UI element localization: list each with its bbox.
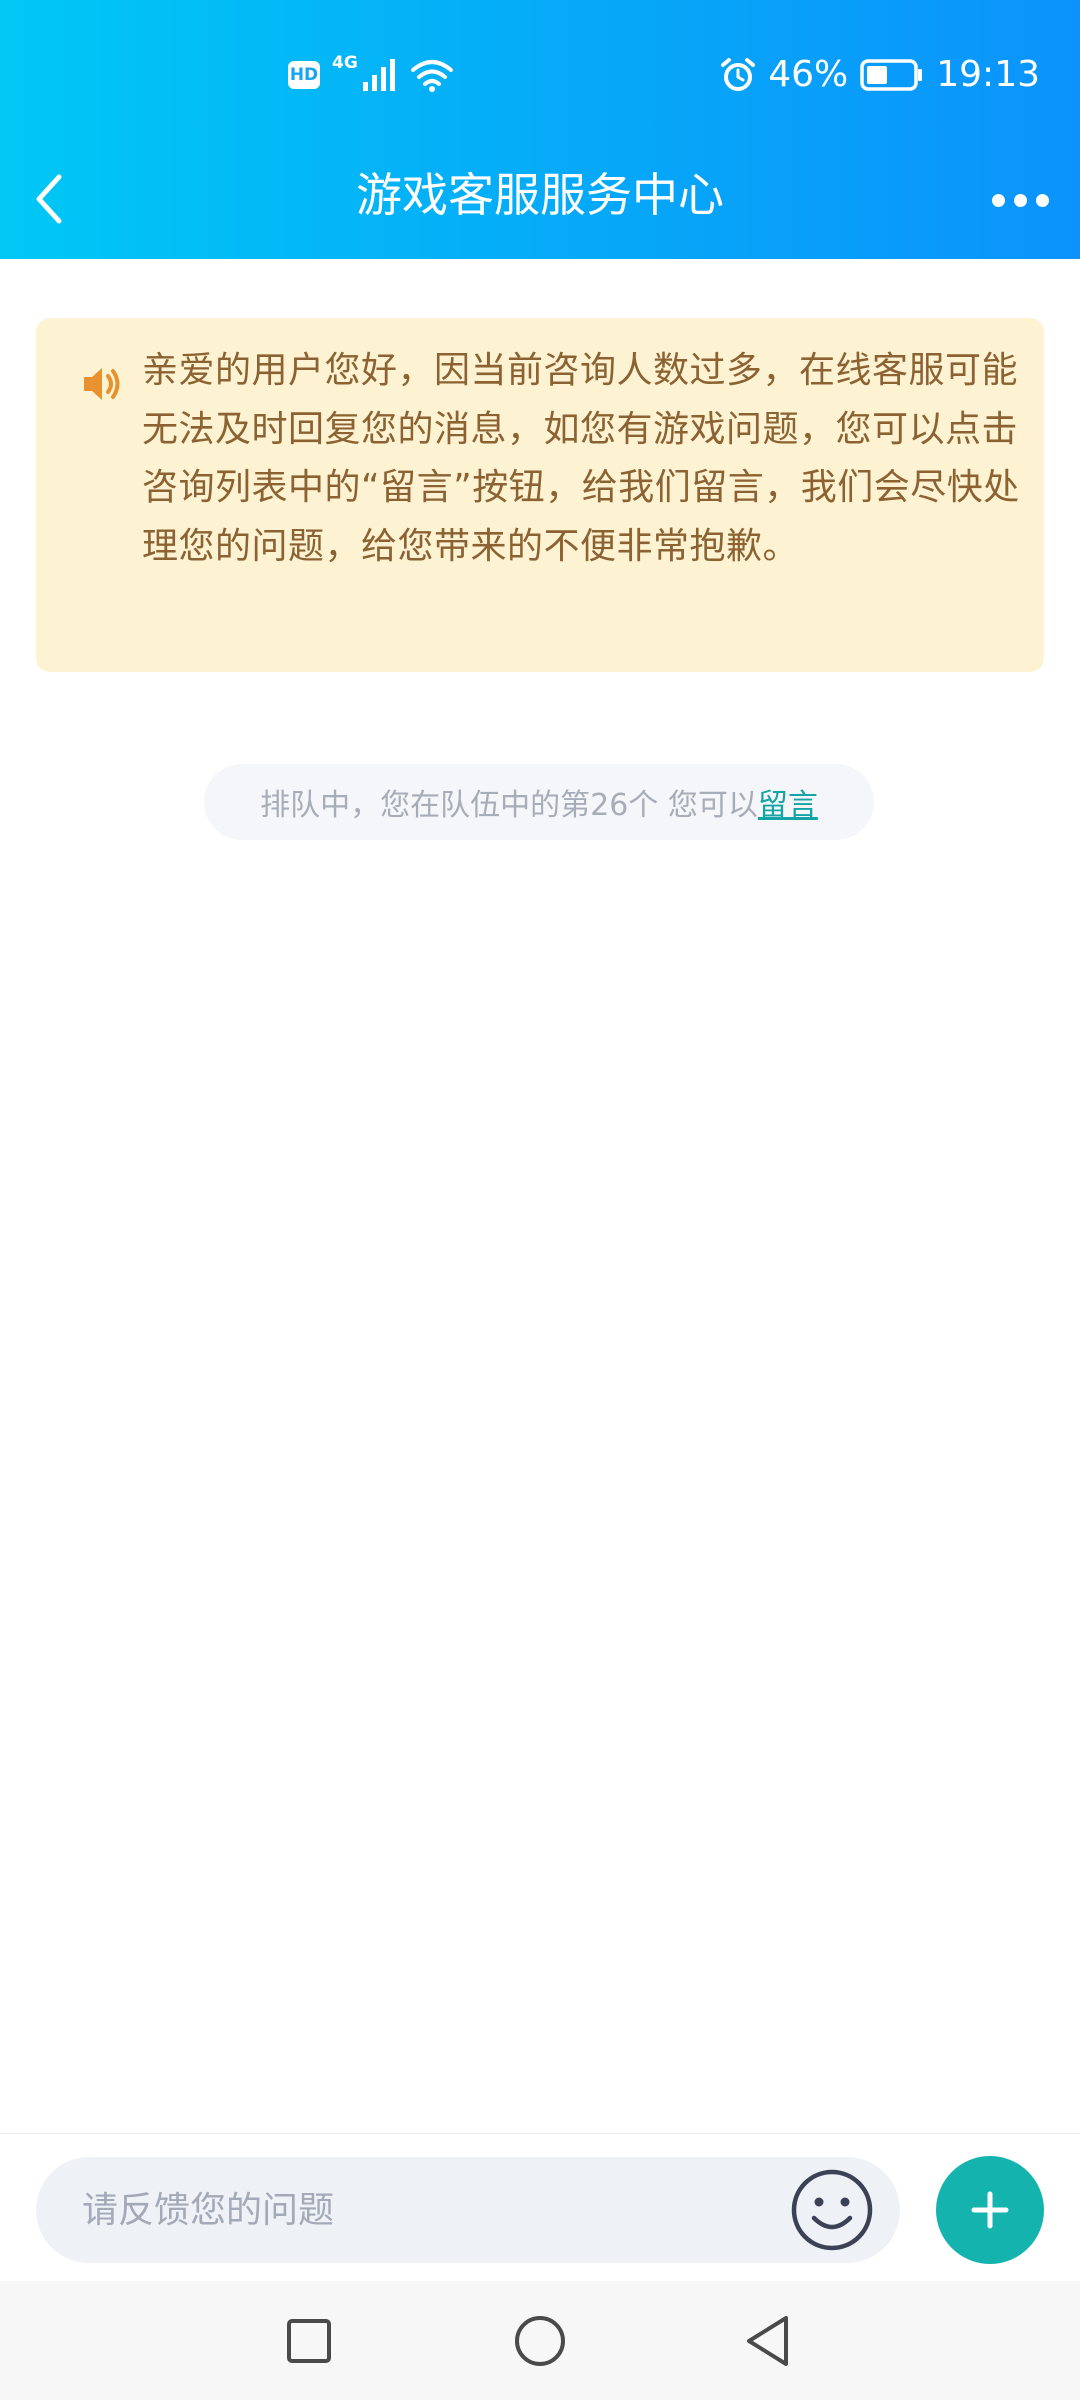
notice-text: 亲爱的用户您好，因当前咨询人数过多，在线客服可能无法及时回复您的消息，如您有游戏… (142, 350, 1020, 567)
back-triangle-icon (747, 2316, 788, 2366)
alarm-icon (721, 57, 756, 91)
recent-apps-button[interactable] (269, 2301, 349, 2381)
speaker-icon (84, 368, 120, 400)
message-input[interactable] (36, 2157, 776, 2263)
leave-message-link[interactable]: 留言 (758, 780, 818, 824)
status-left: HD 4G (288, 53, 454, 92)
battery-percent: 46% (768, 54, 849, 95)
network-type-label: 4G (332, 53, 358, 73)
signal-icon (362, 59, 395, 91)
more-dots-icon (991, 193, 1005, 207)
queue-status-text: 排队中，您在队伍中的第26个 您可以 (260, 788, 758, 823)
battery-icon (860, 58, 923, 91)
status-right: 46% 19:13 (720, 54, 1040, 95)
message-input-wrapper (36, 2157, 900, 2263)
queue-status: 排队中，您在队伍中的第26个 您可以 留言 (204, 764, 874, 840)
home-icon (515, 2316, 565, 2366)
navigation-bar: 游戏客服服务中心 (0, 160, 1080, 259)
plus-icon (971, 2191, 1009, 2229)
app-header: HD 4G 46% 19:13 游戏客服服务中心 (0, 0, 1080, 259)
system-back-button[interactable] (728, 2301, 808, 2381)
system-navigation-bar (0, 2281, 1080, 2400)
more-dots-icon (1035, 193, 1049, 207)
wifi-icon (410, 60, 453, 92)
smiley-icon[interactable] (790, 2168, 874, 2252)
recent-apps-icon (287, 2319, 331, 2363)
add-attachment-button[interactable] (936, 2156, 1044, 2264)
message-composer (0, 2133, 1080, 2282)
more-dots-icon (1013, 193, 1027, 207)
clock: 19:13 (936, 54, 1040, 95)
home-button[interactable] (500, 2301, 580, 2381)
status-bar: HD 4G 46% 19:13 (0, 0, 1080, 160)
hd-icon: HD (288, 61, 320, 89)
page-title: 游戏客服服务中心 (356, 168, 724, 222)
more-options-button[interactable] (984, 170, 1056, 230)
notice-banner: 亲爱的用户您好，因当前咨询人数过多，在线客服可能无法及时回复您的消息，如您有游戏… (36, 318, 1044, 672)
